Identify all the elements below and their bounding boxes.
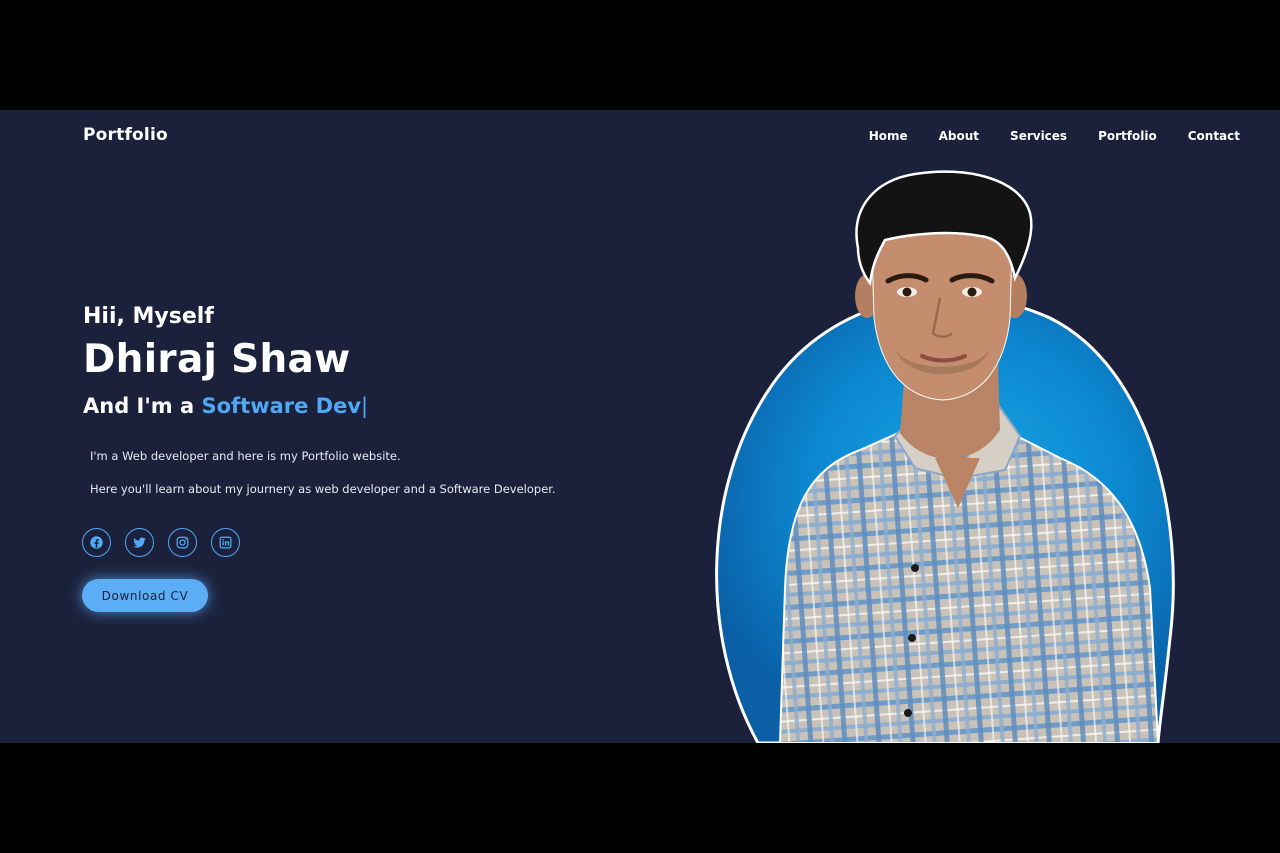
facebook-link[interactable]: [82, 528, 111, 557]
twitter-link[interactable]: [125, 528, 154, 557]
nav-contact[interactable]: Contact: [1188, 129, 1240, 143]
hero-description-line1: I'm a Web developer and here is my Portf…: [90, 449, 401, 463]
social-links: [82, 528, 240, 557]
linkedin-icon: [219, 536, 232, 549]
hero-name: Dhiraj Shaw: [83, 337, 351, 382]
role-typed-text: Software Dev: [201, 394, 362, 418]
site-logo[interactable]: Portfolio: [83, 125, 168, 145]
download-cv-button[interactable]: Download CV: [82, 579, 208, 612]
linkedin-link[interactable]: [211, 528, 240, 557]
main-nav: Home About Services Portfolio Contact: [869, 129, 1240, 143]
instagram-icon: [176, 536, 189, 549]
letterbox-bottom: [0, 743, 1280, 853]
role-prefix: And I'm a: [83, 394, 202, 418]
twitter-icon: [133, 537, 146, 548]
nav-about[interactable]: About: [939, 129, 979, 143]
nav-services[interactable]: Services: [1010, 129, 1067, 143]
instagram-link[interactable]: [168, 528, 197, 557]
hero-description-line2: Here you'll learn about my journery as w…: [90, 482, 556, 496]
portrait-illustration: [715, 170, 1175, 743]
facebook-icon: [90, 536, 103, 549]
portfolio-page: Portfolio Home About Services Portfolio …: [0, 110, 1280, 743]
typing-cursor: |: [361, 394, 369, 418]
hero-role: And I'm a Software Dev|: [83, 394, 368, 418]
letterbox-top: [0, 0, 1280, 110]
hero-greeting: Hii, Myself: [83, 304, 214, 329]
nav-home[interactable]: Home: [869, 129, 908, 143]
portrait-photo: [700, 168, 1180, 743]
nav-portfolio[interactable]: Portfolio: [1098, 129, 1157, 143]
